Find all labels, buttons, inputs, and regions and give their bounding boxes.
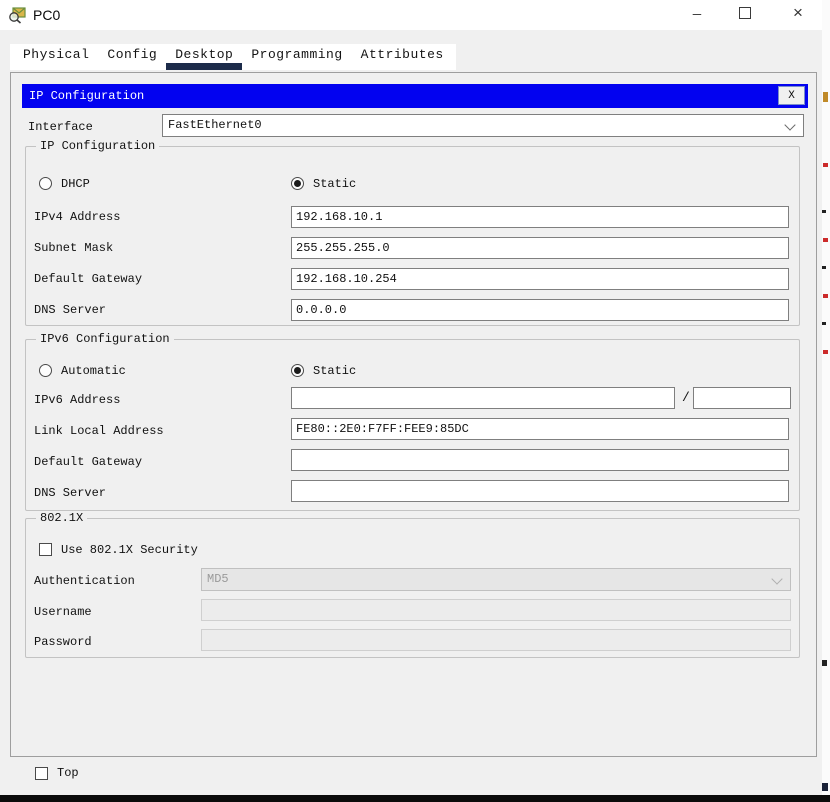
password-label: Password — [34, 635, 92, 649]
bottom-black-bar — [0, 795, 830, 802]
tab-desktop[interactable]: Desktop — [166, 44, 243, 70]
link-local-address-input[interactable] — [291, 418, 789, 440]
interface-label: Interface — [28, 120, 93, 134]
background-sliver-mark — [822, 322, 826, 325]
subnet-mask-label: Subnet Mask — [34, 241, 114, 255]
ipv6-default-gateway-label: Default Gateway — [34, 455, 143, 469]
chevron-down-icon — [784, 119, 796, 131]
dhcp-radio[interactable]: DHCP — [39, 176, 90, 191]
close-button[interactable]: × — [777, 0, 819, 30]
authentication-label: Authentication — [34, 574, 135, 588]
ipconfig-titlebar: IP Configuration X — [22, 84, 808, 108]
background-sliver-mark — [822, 210, 826, 213]
minimize-icon: — — [692, 7, 702, 23]
tab-programming[interactable]: Programming — [242, 44, 351, 70]
radio-icon — [39, 364, 52, 377]
background-sliver-mark — [822, 783, 828, 791]
maximize-button[interactable] — [724, 0, 766, 30]
background-sliver-mark — [823, 163, 828, 167]
ipv6-address-label: IPv6 Address — [34, 393, 121, 407]
dns-server-input[interactable] — [291, 299, 789, 321]
ipv4-static-radio[interactable]: Static — [291, 176, 356, 191]
ipv4-static-radio-label: Static — [313, 176, 357, 191]
username-input — [201, 599, 791, 621]
ipv6-prefix-input[interactable] — [693, 387, 791, 409]
ipv6-default-gateway-input[interactable] — [291, 449, 789, 471]
checkbox-icon — [39, 543, 52, 556]
ipv6-automatic-radio-label: Automatic — [61, 363, 126, 378]
background-sliver-mark — [822, 660, 827, 666]
authentication-select-value: MD5 — [207, 572, 229, 586]
maximize-icon — [739, 7, 751, 20]
dialog-body: Physical Config Desktop Programming Attr… — [0, 30, 822, 795]
use-802-1x-security-label: Use 802.1X Security — [61, 542, 198, 557]
dns-server-label: DNS Server — [34, 303, 107, 317]
ipv6-configuration-group: IPv6 Configuration Automatic Static IPv6… — [25, 332, 800, 511]
tab-config[interactable]: Config — [98, 44, 166, 70]
authentication-select: MD5 — [201, 568, 791, 591]
ipv4-configuration-group: IP Configuration DHCP Static IPv4 Addres… — [25, 139, 800, 326]
background-sliver-mark — [823, 238, 828, 242]
use-802-1x-security-checkbox[interactable]: Use 802.1X Security — [39, 542, 198, 557]
ipv4-group-legend: IP Configuration — [36, 139, 160, 153]
top-checkbox-label: Top — [57, 766, 79, 780]
tab-bar: Physical Config Desktop Programming Attr… — [10, 44, 456, 70]
password-input — [201, 629, 791, 651]
ipv4-address-label: IPv4 Address — [34, 210, 121, 224]
close-icon: × — [792, 5, 804, 24]
top-checkbox[interactable] — [35, 766, 48, 780]
interface-select[interactable]: FastEthernet0 — [162, 114, 804, 137]
background-sliver-mark — [822, 266, 826, 269]
ipv6-dns-server-label: DNS Server — [34, 486, 107, 500]
dhcp-radio-label: DHCP — [61, 176, 90, 191]
background-sliver-mark — [823, 92, 828, 102]
ipconfig-title: IP Configuration — [29, 89, 145, 103]
link-local-address-label: Link Local Address — [34, 424, 164, 438]
username-label: Username — [34, 605, 92, 619]
ipv6-address-input[interactable] — [291, 387, 675, 409]
ipv6-prefix-separator: / — [682, 390, 690, 405]
default-gateway-label: Default Gateway — [34, 272, 143, 286]
window-titlebar: PC0 — × — [0, 0, 822, 31]
ipv4-address-input[interactable] — [291, 206, 789, 228]
tab-attributes[interactable]: Attributes — [352, 44, 453, 70]
window-title: PC0 — [33, 7, 61, 23]
radio-icon — [39, 177, 52, 190]
ipv6-group-legend: IPv6 Configuration — [36, 332, 174, 346]
tab-physical[interactable]: Physical — [14, 44, 98, 70]
desktop-tab-content: IP Configuration X Interface FastEtherne… — [10, 72, 817, 757]
radio-selected-icon — [291, 177, 304, 190]
chevron-down-icon — [771, 573, 783, 585]
interface-select-value: FastEthernet0 — [168, 118, 262, 132]
ipv6-dns-server-input[interactable] — [291, 480, 789, 502]
minimize-button[interactable]: — — [676, 0, 718, 30]
ipv6-static-radio[interactable]: Static — [291, 363, 356, 378]
ipv6-static-radio-label: Static — [313, 363, 357, 378]
dot1x-group-legend: 802.1X — [36, 511, 88, 525]
background-sliver-mark — [823, 294, 828, 298]
dot1x-group: 802.1X Use 802.1X Security Authenticatio… — [25, 511, 800, 658]
pc0-window: PC0 — × Physical Config Desktop Programm… — [0, 0, 830, 802]
ipconfig-close-button[interactable]: X — [778, 86, 805, 105]
top-checkbox-row: Top — [35, 766, 79, 780]
background-sliver-mark — [823, 350, 828, 354]
packet-tracer-logo-icon — [9, 7, 26, 24]
background-window-sliver — [822, 0, 830, 795]
radio-selected-icon — [291, 364, 304, 377]
default-gateway-input[interactable] — [291, 268, 789, 290]
subnet-mask-input[interactable] — [291, 237, 789, 259]
ipv6-automatic-radio[interactable]: Automatic — [39, 363, 126, 378]
